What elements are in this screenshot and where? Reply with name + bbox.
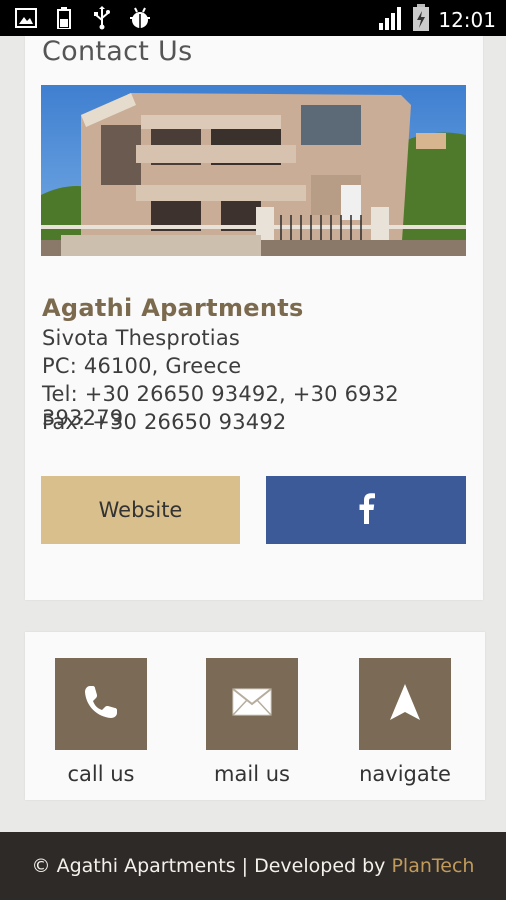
footer-brand-link[interactable]: PlanTech <box>391 855 474 877</box>
quick-actions: call us mail us navigate <box>25 632 485 800</box>
facebook-icon <box>357 492 375 528</box>
postal-code-line: PC: 46100, Greece <box>42 354 242 378</box>
footer-copyright: © Agathi Apartments | Developed by <box>31 855 392 877</box>
mail-us-tile[interactable] <box>206 658 298 750</box>
business-name: Agathi Apartments <box>42 294 304 322</box>
usb-icon <box>90 6 114 30</box>
fax-line: Fax: +30 26650 93492 <box>42 410 287 434</box>
contact-card: Contact Us Agathi Apartments Sivota Thes… <box>25 36 483 600</box>
website-button-label: Website <box>98 498 183 522</box>
android-debug-icon <box>128 6 152 30</box>
clock: 12:01 <box>438 8 496 32</box>
mail-us-label: mail us <box>214 762 290 786</box>
page-title: Contact Us <box>42 36 193 67</box>
battery-icon <box>412 4 430 36</box>
phone-icon <box>81 682 121 726</box>
address-line: Sivota Thesprotias <box>42 326 241 350</box>
call-us-tile[interactable] <box>55 658 147 750</box>
facebook-button[interactable] <box>266 476 466 544</box>
call-us-label: call us <box>67 762 135 786</box>
mail-icon <box>232 688 272 720</box>
navigate-label: navigate <box>359 762 451 786</box>
image-icon <box>14 6 38 30</box>
battery-small-icon <box>52 6 76 30</box>
signal-icon <box>378 5 404 35</box>
status-bar: 12:01 <box>0 0 506 36</box>
apartments-photo <box>41 85 466 256</box>
mail-us-action[interactable]: mail us <box>192 658 312 786</box>
footer: © Agathi Apartments | Developed by PlanT… <box>0 832 506 900</box>
call-us-action[interactable]: call us <box>41 658 161 786</box>
navigate-action[interactable]: navigate <box>345 658 465 786</box>
navigate-arrow-icon <box>388 682 422 726</box>
website-button[interactable]: Website <box>41 476 240 544</box>
navigate-tile[interactable] <box>359 658 451 750</box>
